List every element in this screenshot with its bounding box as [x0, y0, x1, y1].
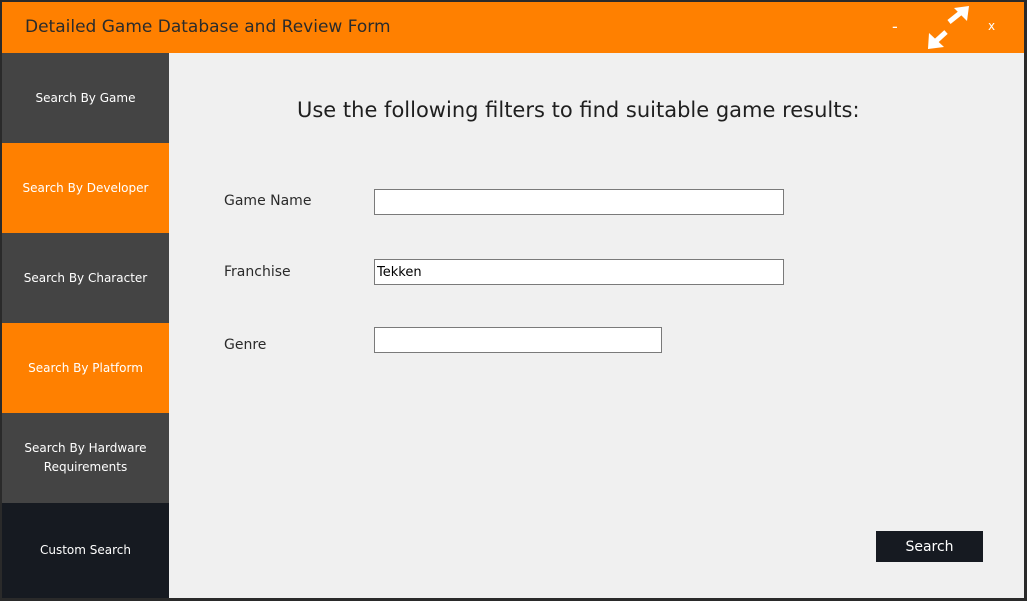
- minimize-button[interactable]: -: [892, 17, 898, 36]
- search-button[interactable]: Search: [876, 531, 983, 562]
- maximize-button[interactable]: [924, 5, 974, 51]
- title-bar[interactable]: Detailed Game Database and Review Form -…: [2, 2, 1024, 53]
- franchise-input[interactable]: [374, 259, 784, 285]
- sidebar-item-search-by-platform[interactable]: Search By Platform: [2, 323, 169, 413]
- page-heading: Use the following filters to find suitab…: [297, 98, 860, 122]
- sidebar-item-label: Search By Character: [23, 270, 148, 285]
- sidebar: Search By Game Search By Developer Searc…: [2, 53, 169, 598]
- sidebar-item-label: Search By Developer: [22, 180, 149, 195]
- sidebar-item-label: Search By Platform: [28, 360, 143, 375]
- game-name-input[interactable]: [374, 189, 784, 215]
- game-name-label: Game Name: [224, 193, 312, 209]
- sidebar-item-label: Search By Hardware Requirements: [24, 441, 147, 474]
- sidebar-item-label: Custom Search: [39, 543, 131, 557]
- expand-arrows-icon: [928, 6, 969, 49]
- genre-input[interactable]: [374, 327, 662, 353]
- close-button[interactable]: x: [988, 19, 995, 33]
- sidebar-item-label: Search By Game: [35, 90, 136, 105]
- franchise-label: Franchise: [224, 264, 291, 280]
- sidebar-item-search-by-character[interactable]: Search By Character: [2, 233, 169, 323]
- genre-label: Genre: [224, 337, 267, 353]
- sidebar-item-search-by-hardware[interactable]: Search By Hardware Requirements: [2, 413, 169, 503]
- sidebar-item-search-by-developer[interactable]: Search By Developer: [2, 143, 169, 233]
- window-title: Detailed Game Database and Review Form: [25, 17, 391, 37]
- app-window: Detailed Game Database and Review Form -…: [2, 2, 1024, 598]
- main-panel: Use the following filters to find suitab…: [169, 53, 1024, 598]
- sidebar-item-search-by-game[interactable]: Search By Game: [2, 53, 169, 143]
- sidebar-item-custom-search[interactable]: Custom Search: [2, 503, 169, 598]
